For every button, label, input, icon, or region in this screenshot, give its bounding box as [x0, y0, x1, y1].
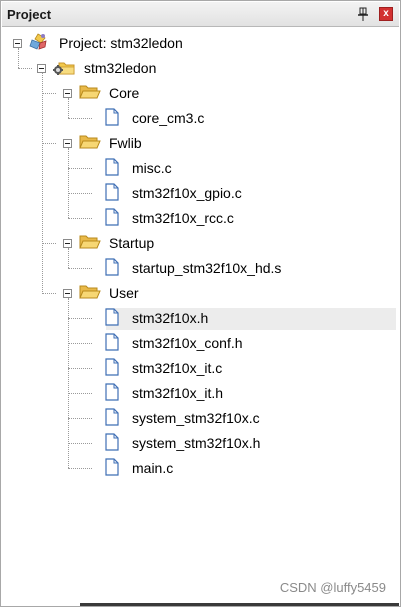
folder-open-icon: [79, 83, 101, 106]
file-icon: [104, 358, 120, 381]
tree-item-label: stm32f10x.h: [132, 310, 209, 326]
tree-connector: [18, 68, 32, 69]
tree-item-label: main.c: [132, 460, 174, 476]
file-icon: [104, 108, 120, 131]
tree-item-label: startup_stm32f10x_hd.s: [132, 260, 282, 276]
project-panel: Project x Project: stm32ledon stm32ledon…: [0, 0, 401, 607]
tree-item-group-core[interactable]: Core: [79, 83, 179, 103]
tree-connector: [18, 48, 19, 68]
tree-item-file[interactable]: system_stm32f10x.c: [104, 408, 294, 428]
tree-item-file[interactable]: misc.c: [104, 158, 254, 178]
tree-item-label: stm32f10x_gpio.c: [132, 185, 242, 201]
pin-icon[interactable]: [356, 7, 370, 22]
tree-item-label: stm32f10x_rcc.c: [132, 210, 234, 226]
tree-item-label: stm32ledon: [84, 60, 157, 76]
collapse-toggle[interactable]: [37, 64, 46, 73]
project-tree: Project: stm32ledon stm32ledon Core core…: [2, 27, 399, 599]
tree-connector: [68, 393, 92, 394]
file-icon: [104, 308, 120, 331]
tree-item-label: core_cm3.c: [132, 110, 205, 126]
tree-connector: [68, 168, 92, 169]
tree-item-label: Project: stm32ledon: [59, 35, 183, 51]
close-icon[interactable]: x: [379, 7, 393, 21]
collapse-toggle[interactable]: [13, 39, 22, 48]
file-icon: [104, 183, 120, 206]
tree-connector: [68, 318, 92, 319]
tree-connector: [68, 443, 92, 444]
file-icon: [104, 458, 120, 481]
file-icon: [104, 408, 120, 431]
tree-item-label: misc.c: [132, 160, 172, 176]
tree-item-group-fwlib[interactable]: Fwlib: [79, 133, 179, 153]
tree-item-file[interactable]: startup_stm32f10x_hd.s: [104, 258, 324, 278]
project-icon: [28, 33, 48, 56]
file-icon: [104, 258, 120, 281]
tree-connector: [68, 468, 92, 469]
tree-connector: [42, 293, 56, 294]
tree-item-file[interactable]: stm32f10x_rcc.c: [104, 208, 274, 228]
tree-item-label: Fwlib: [109, 135, 142, 151]
tree-connector: [68, 98, 69, 118]
tree-connector: [68, 268, 92, 269]
tree-connector: [42, 143, 56, 144]
tree-item-target[interactable]: stm32ledon: [53, 58, 203, 78]
tree-item-file[interactable]: stm32f10x_conf.h: [104, 333, 274, 353]
folder-open-icon: [79, 283, 101, 306]
tree-connector: [42, 93, 56, 94]
tree-item-label: Core: [109, 85, 140, 101]
panel-header: Project x: [2, 2, 399, 27]
tree-connector: [68, 148, 69, 218]
collapse-toggle[interactable]: [63, 139, 72, 148]
tree-connector: [42, 243, 56, 244]
tree-item-file[interactable]: system_stm32f10x.h: [104, 433, 294, 453]
file-icon: [104, 433, 120, 456]
tree-item-file[interactable]: stm32f10x_gpio.c: [104, 183, 274, 203]
tree-connector: [68, 218, 92, 219]
tree-item-group-user[interactable]: User: [79, 283, 179, 303]
tree-item-group-startup[interactable]: Startup: [79, 233, 189, 253]
tree-item-file[interactable]: stm32f10x_it.h: [104, 383, 274, 403]
file-icon: [104, 333, 120, 356]
tree-connector: [68, 248, 69, 268]
tree-connector: [68, 193, 92, 194]
tree-connector: [68, 343, 92, 344]
folder-open-icon: [79, 233, 101, 256]
tree-item-label: system_stm32f10x.h: [132, 435, 261, 451]
panel-title: Project: [7, 7, 52, 22]
file-icon: [104, 383, 120, 406]
file-icon: [104, 208, 120, 231]
tree-item-file[interactable]: stm32f10x.h: [104, 308, 254, 328]
collapse-toggle[interactable]: [63, 89, 72, 98]
tree-item-label: system_stm32f10x.c: [132, 410, 260, 426]
tree-item-file[interactable]: stm32f10x_it.c: [104, 358, 274, 378]
tree-item-file[interactable]: main.c: [104, 458, 224, 478]
tree-connector: [68, 368, 92, 369]
target-icon: [53, 58, 75, 81]
tree-item-label: stm32f10x_it.h: [132, 385, 224, 401]
horizontal-scrollbar[interactable]: [80, 603, 399, 606]
watermark: CSDN @luffy5459: [279, 580, 386, 595]
tree-item-label: stm32f10x_it.c: [132, 360, 223, 376]
tree-item-project[interactable]: Project: stm32ledon: [28, 33, 208, 53]
file-icon: [104, 158, 120, 181]
tree-item-file[interactable]: core_cm3.c: [104, 108, 254, 128]
tree-item-label: stm32f10x_conf.h: [132, 335, 243, 351]
tree-connector: [68, 118, 92, 119]
tree-item-label: User: [109, 285, 139, 301]
tree-connector: [42, 73, 43, 294]
collapse-toggle[interactable]: [63, 289, 72, 298]
tree-item-label: Startup: [109, 235, 155, 251]
collapse-toggle[interactable]: [63, 239, 72, 248]
folder-open-icon: [79, 133, 101, 156]
tree-connector: [68, 418, 92, 419]
